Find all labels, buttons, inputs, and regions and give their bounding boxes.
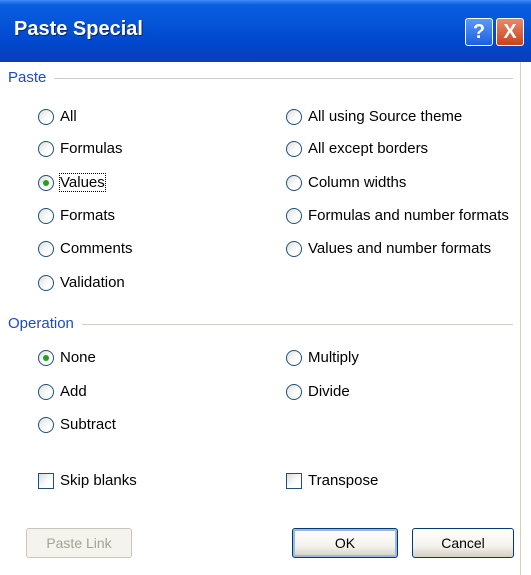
dialog-body: Paste All Formulas Values Formats Commen… bbox=[0, 62, 520, 575]
close-icon: X bbox=[503, 21, 517, 43]
operation-group-divider bbox=[8, 324, 513, 325]
radio-icon bbox=[286, 140, 302, 157]
option-label: Multiply bbox=[308, 349, 359, 366]
option-label: Comments bbox=[60, 240, 133, 257]
skip-blanks-checkbox[interactable]: Skip blanks bbox=[38, 472, 137, 489]
button-label: Cancel bbox=[441, 535, 485, 551]
transpose-checkbox[interactable]: Transpose bbox=[286, 472, 378, 489]
checkbox-label: Transpose bbox=[308, 472, 379, 489]
radio-icon bbox=[286, 207, 302, 224]
ok-button[interactable]: OK bbox=[292, 528, 398, 558]
operation-option-multiply[interactable]: Multiply bbox=[286, 349, 359, 366]
radio-selected-icon bbox=[38, 349, 54, 366]
option-label: All using Source theme bbox=[308, 108, 463, 125]
paste-option-except-borders[interactable]: All except borders bbox=[286, 140, 428, 157]
radio-icon bbox=[286, 349, 302, 366]
operation-group-label: Operation bbox=[8, 315, 82, 332]
option-label: Subtract bbox=[60, 416, 116, 433]
dialog-title: Paste Special bbox=[14, 18, 143, 40]
option-label: None bbox=[60, 349, 96, 366]
operation-option-subtract[interactable]: Subtract bbox=[38, 416, 116, 433]
cancel-button[interactable]: Cancel bbox=[412, 528, 514, 558]
help-icon: ? bbox=[472, 21, 486, 43]
option-label: Formulas bbox=[60, 140, 123, 157]
paste-group-divider bbox=[8, 78, 513, 79]
paste-special-dialog: Paste Special ? X Paste All Formulas Val… bbox=[0, 0, 531, 575]
checkbox-icon bbox=[38, 472, 54, 489]
paste-option-formats[interactable]: Formats bbox=[38, 207, 115, 224]
option-label: Validation bbox=[60, 274, 125, 291]
radio-selected-icon bbox=[38, 174, 54, 191]
radio-icon bbox=[286, 240, 302, 257]
operation-option-divide[interactable]: Divide bbox=[286, 383, 350, 400]
checkbox-icon bbox=[286, 472, 302, 489]
radio-icon bbox=[286, 383, 302, 400]
paste-option-values[interactable]: Values bbox=[38, 173, 106, 192]
option-label: Values bbox=[59, 173, 106, 192]
radio-icon bbox=[286, 108, 302, 125]
option-label: Divide bbox=[308, 383, 350, 400]
radio-icon bbox=[38, 240, 54, 257]
operation-option-none[interactable]: None bbox=[38, 349, 96, 366]
paste-option-values-number-formats[interactable]: Values and number formats bbox=[286, 240, 491, 257]
radio-icon bbox=[286, 174, 302, 191]
paste-group-label: Paste bbox=[8, 69, 55, 86]
paste-option-column-widths[interactable]: Column widths bbox=[286, 174, 406, 191]
paste-option-source-theme[interactable]: All using Source theme bbox=[286, 108, 462, 125]
option-label: Values and number formats bbox=[308, 240, 492, 257]
paste-option-formulas[interactable]: Formulas bbox=[38, 140, 123, 157]
option-label: All except borders bbox=[308, 140, 429, 157]
title-bar[interactable]: Paste Special ? X bbox=[0, 0, 531, 62]
radio-icon bbox=[38, 140, 54, 157]
radio-icon bbox=[38, 274, 54, 291]
paste-option-comments[interactable]: Comments bbox=[38, 240, 133, 257]
paste-option-all[interactable]: All bbox=[38, 108, 77, 125]
radio-icon bbox=[38, 416, 54, 433]
paste-option-validation[interactable]: Validation bbox=[38, 274, 125, 291]
option-label: Column widths bbox=[308, 174, 407, 191]
window-edge bbox=[520, 62, 531, 575]
option-label: Formulas and number formats bbox=[308, 207, 509, 224]
paste-link-button[interactable]: Paste Link bbox=[26, 528, 132, 558]
radio-icon bbox=[38, 207, 54, 224]
paste-option-formulas-number-formats[interactable]: Formulas and number formats bbox=[286, 207, 509, 224]
operation-option-add[interactable]: Add bbox=[38, 383, 87, 400]
option-label: Add bbox=[60, 383, 87, 400]
checkbox-label: Skip blanks bbox=[60, 472, 137, 489]
radio-icon bbox=[38, 383, 54, 400]
option-label: All bbox=[60, 108, 77, 125]
button-label: OK bbox=[334, 535, 356, 551]
option-label: Formats bbox=[60, 207, 116, 224]
help-button[interactable]: ? bbox=[465, 18, 493, 46]
close-button[interactable]: X bbox=[496, 18, 524, 46]
button-label: Paste Link bbox=[46, 535, 112, 551]
radio-icon bbox=[38, 108, 54, 125]
